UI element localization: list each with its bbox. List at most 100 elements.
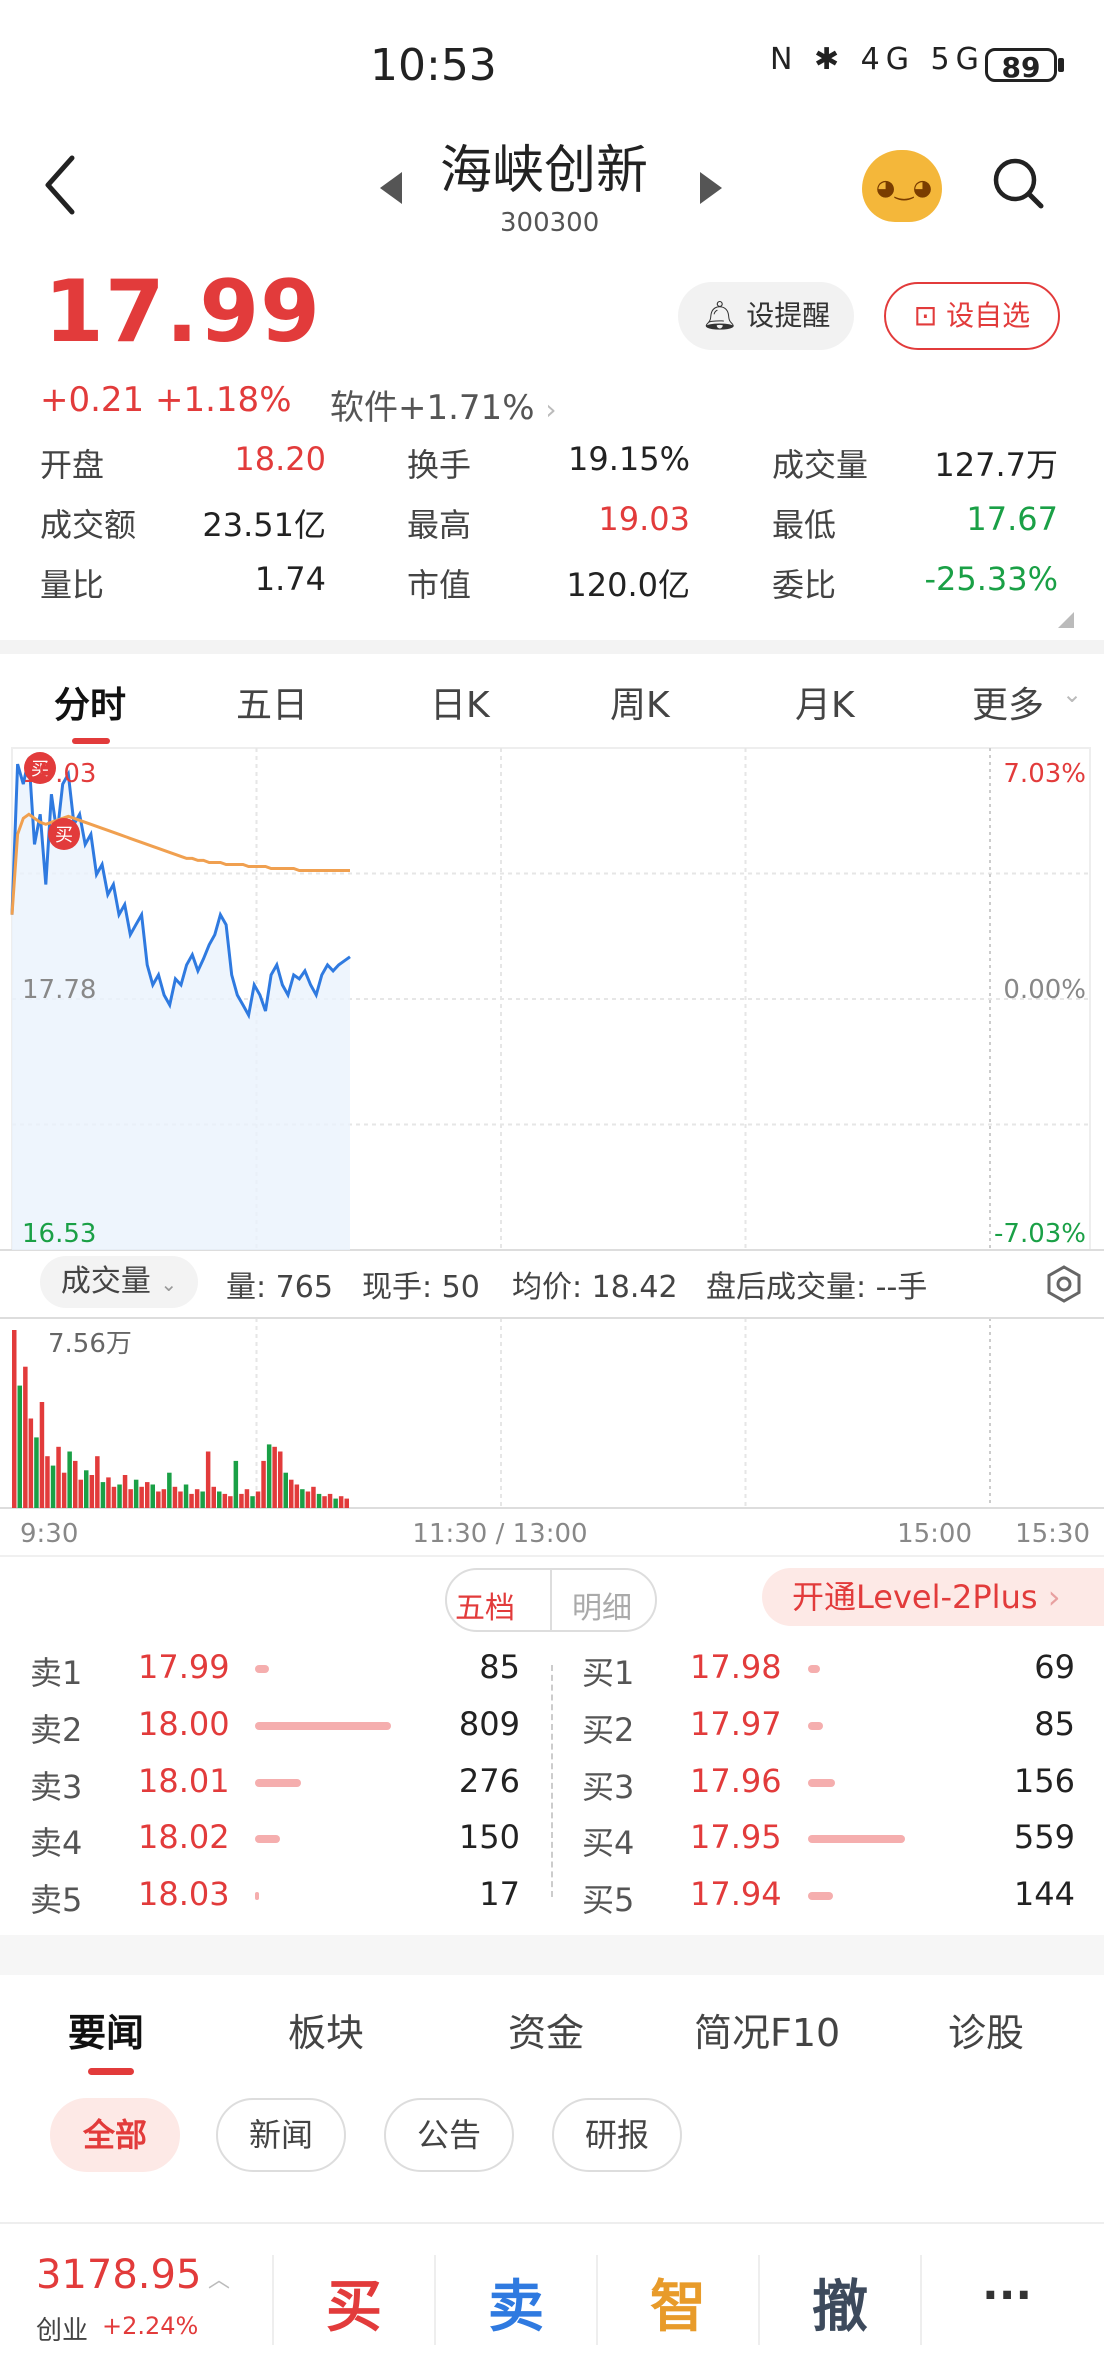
news-chip[interactable]: 新闻: [216, 2098, 346, 2172]
volume-bar: [300, 1489, 305, 1508]
detail-tab[interactable]: 明细: [572, 1583, 632, 1627]
stat-label: 量比: [40, 566, 105, 604]
action-separator: [920, 2255, 922, 2345]
trade-action-button[interactable]: 撤: [812, 2262, 868, 2343]
x-tick-open: 9:30: [20, 1519, 78, 1549]
y-tick-mid: 17.78: [22, 975, 96, 1005]
volume-bar: [272, 1446, 277, 1508]
trade-action-button[interactable]: 卖: [488, 2262, 544, 2343]
volume-bar: [117, 1484, 122, 1508]
sell-volume-bar: [255, 1722, 391, 1730]
buy-level-volume: 85: [1034, 1705, 1075, 1743]
mascot-icon[interactable]: ◕‿◕: [862, 150, 942, 222]
volume-bar: [228, 1496, 233, 1508]
news-tab[interactable]: 简况F10: [694, 2002, 840, 2057]
stat-value: 19.15%: [567, 440, 690, 478]
indicator-dropdown[interactable]: 成交量 ⌄: [40, 1256, 198, 1308]
sell-level-volume: 17: [479, 1875, 520, 1913]
index-name: 创业: [36, 2316, 89, 2346]
trade-action-button[interactable]: 买: [326, 2262, 382, 2343]
volume-bar: [344, 1498, 349, 1508]
chart-tab[interactable]: 更多: [972, 676, 1044, 728]
news-tab[interactable]: 资金: [508, 2002, 584, 2057]
sell-level-volume: 85: [479, 1648, 520, 1686]
five-level-tab[interactable]: 五档: [455, 1583, 515, 1627]
intraday-chart[interactable]: 买买19.0317.7816.537.03%0.00%-7.03%7.56万9:…: [0, 745, 1104, 1575]
buy-marker-label: 买: [55, 825, 73, 846]
x-tick-midday: 11:30 / 13:00: [412, 1519, 587, 1549]
buy-level-label: 买3: [582, 1768, 635, 1806]
chevron-down-icon: ⌄: [1062, 680, 1083, 708]
volume-bar: [327, 1493, 333, 1508]
chart-tab[interactable]: 五日: [236, 676, 308, 728]
buy-level-price: 17.97: [690, 1705, 782, 1743]
y-tick-high: 19.03: [22, 759, 96, 789]
chevron-down-icon: ⌄: [160, 1272, 178, 1296]
chart-tab[interactable]: 日K: [430, 676, 490, 728]
volume-bar: [222, 1493, 228, 1508]
pct-tick-mid: 0.00%: [1003, 975, 1086, 1005]
more-icon[interactable]: ···: [982, 2270, 1032, 2321]
news-chip[interactable]: 全部: [50, 2098, 180, 2172]
prev-stock-icon[interactable]: [380, 172, 402, 204]
sell-level-label: 卖5: [30, 1881, 83, 1919]
current-hand: 现手: 50: [362, 1270, 480, 1305]
level2-promo[interactable]: 开通Level-2Plus ›: [762, 1568, 1104, 1626]
sector-link[interactable]: 软件+1.71% ›: [330, 380, 557, 429]
volume-bar: [133, 1479, 139, 1508]
sell-level-volume: 809: [458, 1705, 520, 1743]
volume-bar: [28, 1418, 34, 1508]
news-tab[interactable]: 诊股: [948, 2002, 1024, 2057]
stat-label: 成交额: [40, 506, 137, 544]
volume-bar: [322, 1496, 327, 1508]
volume-bar: [89, 1475, 95, 1508]
volume-bar: [178, 1491, 183, 1508]
search-icon[interactable]: [990, 155, 1046, 211]
orderbook-separator: [551, 1665, 553, 1897]
sell-level-price: 18.01: [138, 1762, 230, 1800]
stat-value: 120.0亿: [566, 566, 690, 604]
set-alert-label: 设提醒: [746, 299, 831, 332]
settings-icon[interactable]: [1044, 1264, 1084, 1304]
volume-bar: [305, 1491, 311, 1508]
volume-bar: [67, 1451, 72, 1508]
sell-volume-bar: [255, 1779, 302, 1787]
volume-bar: [211, 1486, 216, 1508]
volume-bar: [294, 1484, 300, 1508]
chart-tab[interactable]: 月K: [795, 676, 855, 728]
volume-bar: [106, 1477, 111, 1508]
news-tab[interactable]: 要闻: [68, 2002, 144, 2057]
volume-bar: [189, 1493, 194, 1508]
stat-label: 最低: [772, 506, 837, 544]
set-alert-button[interactable]: 🔔︎ 设提醒: [678, 282, 854, 350]
average-price: 均价: 18.42: [512, 1270, 678, 1305]
sell-level-price: 18.03: [138, 1875, 230, 1913]
action-separator: [596, 2255, 598, 2345]
chart-tab[interactable]: 分时: [54, 676, 126, 728]
expand-corner-icon[interactable]: [1058, 612, 1074, 628]
news-chip[interactable]: 公告: [384, 2098, 514, 2172]
volume-bar: [172, 1486, 178, 1508]
volume-value: 量: 765: [226, 1270, 333, 1305]
price-change-percent: +1.18%: [155, 380, 292, 420]
stat-label: 换手: [407, 446, 472, 484]
sell-level-label: 卖3: [30, 1768, 83, 1806]
buy-level-price: 17.96: [690, 1762, 782, 1800]
index-value[interactable]: 3178.95: [36, 2252, 201, 2298]
next-stock-icon[interactable]: [700, 172, 722, 204]
add-watchlist-button[interactable]: ⊡ 设自选: [884, 282, 1060, 350]
price-change: +0.21: [40, 380, 145, 420]
sell-volume-bar: [255, 1665, 270, 1673]
buy-level-price: 17.94: [690, 1875, 782, 1913]
chart-tab[interactable]: 周K: [610, 676, 670, 728]
news-tab[interactable]: 板块: [288, 2002, 364, 2057]
back-arrow-icon[interactable]: [40, 150, 80, 220]
sell-level-label: 卖1: [30, 1654, 83, 1692]
volume-bar: [73, 1460, 78, 1508]
news-chip[interactable]: 研报: [552, 2098, 682, 2172]
y-tick-low: 16.53: [22, 1219, 96, 1249]
volume-bar: [128, 1489, 133, 1508]
volume-bar: [84, 1470, 89, 1508]
buy-level-label: 买5: [582, 1881, 635, 1919]
trade-action-button[interactable]: 智: [650, 2262, 706, 2343]
